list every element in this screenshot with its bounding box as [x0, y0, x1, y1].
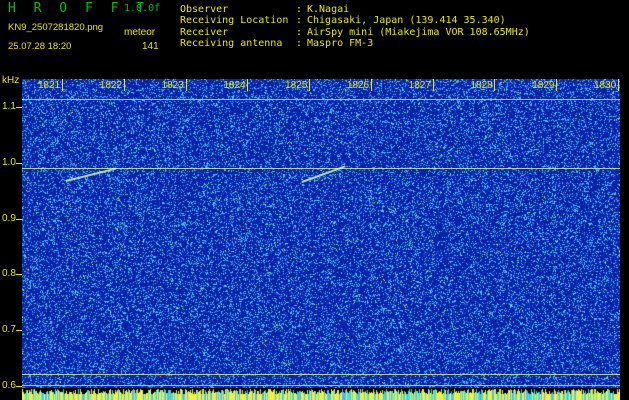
- minute-tick-mark: [432, 79, 434, 91]
- minute-tick-mark: [618, 79, 619, 91]
- info-colon: :: [296, 27, 303, 38]
- carrier-line: [22, 98, 620, 100]
- info-colon: :: [296, 38, 303, 49]
- minute-tick-label: 1824: [223, 80, 246, 91]
- signal-level-strip: [22, 388, 620, 400]
- minute-tick-label: 1829: [532, 80, 555, 91]
- frequency-tick-mark: [16, 330, 22, 332]
- minute-tick-label: 1828: [470, 80, 493, 91]
- frequency-tick-label: 0.8: [2, 268, 16, 280]
- spectrogram-noise: [22, 79, 620, 400]
- hrofft-window: H R O F F T 1.0.0f KN9_2507281820.png me…: [0, 0, 629, 400]
- minute-tick-mark: [309, 79, 311, 91]
- info-value-receiver: AirSpy mini (Miakejima VOR 108.65MHz): [307, 27, 530, 38]
- minute-tick-mark: [494, 79, 496, 91]
- right-margin: [620, 79, 629, 400]
- info-colon: :: [296, 15, 303, 26]
- frequency-tick-label: 0.7: [2, 324, 16, 336]
- minute-tick-mark: [370, 79, 372, 91]
- info-key-observer: Observer: [180, 4, 229, 15]
- info-value-observer: K.Nagai: [307, 4, 350, 15]
- frequency-tick-mark: [16, 162, 22, 164]
- frequency-tick-label: 0.6: [2, 380, 16, 392]
- minute-tick-label: 1830: [594, 80, 617, 91]
- minute-tick-label: 1821: [38, 80, 61, 91]
- meteor-label: meteor: [124, 27, 156, 38]
- carrier-line: [22, 384, 620, 386]
- carrier-line: [22, 373, 620, 375]
- minute-tick-mark: [185, 79, 187, 91]
- meteor-count: 141: [142, 41, 159, 52]
- frequency-tick-mark: [16, 218, 22, 220]
- info-key-receiver: Receiver: [180, 27, 229, 38]
- frequency-tick-label: 1.1: [2, 100, 16, 112]
- minute-tick-label: 1823: [161, 80, 184, 91]
- minute-tick-mark: [62, 79, 63, 91]
- version-label: 1.0.0f: [124, 3, 161, 14]
- info-key-antenna: Receiving antenna: [180, 38, 283, 49]
- minute-tick-label: 1822: [99, 80, 123, 91]
- info-value-antenna: Maspro FM-3: [307, 38, 374, 49]
- minute-tick-label: 1826: [346, 80, 370, 91]
- minute-tick-label: 1825: [285, 80, 308, 91]
- info-value-location: Chigasaki, Japan (139.414 35.340): [307, 15, 506, 26]
- frequency-unit-label: kHz: [2, 75, 20, 86]
- frequency-tick-mark: [16, 274, 22, 276]
- info-colon: :: [296, 4, 303, 15]
- spectrogram-plot: 1821 1822 1823 1824 1825 1826 1827 1828 1829 1830: [22, 79, 620, 400]
- info-key-location: Receiving Location: [180, 15, 289, 26]
- timestamp-label: 25.07.28 18:20: [8, 41, 72, 52]
- filename-label: KN9_2507281820.png: [8, 22, 104, 33]
- frequency-tick-mark: [16, 386, 22, 388]
- minute-tick-mark: [247, 79, 249, 91]
- frequency-tick-label: 0.9: [2, 212, 16, 224]
- minute-tick-mark: [556, 79, 558, 91]
- minute-tick-label: 1827: [408, 80, 431, 91]
- frequency-tick-label: 1.0: [2, 156, 16, 168]
- frequency-tick-mark: [16, 106, 22, 108]
- minute-tick-mark: [123, 79, 125, 91]
